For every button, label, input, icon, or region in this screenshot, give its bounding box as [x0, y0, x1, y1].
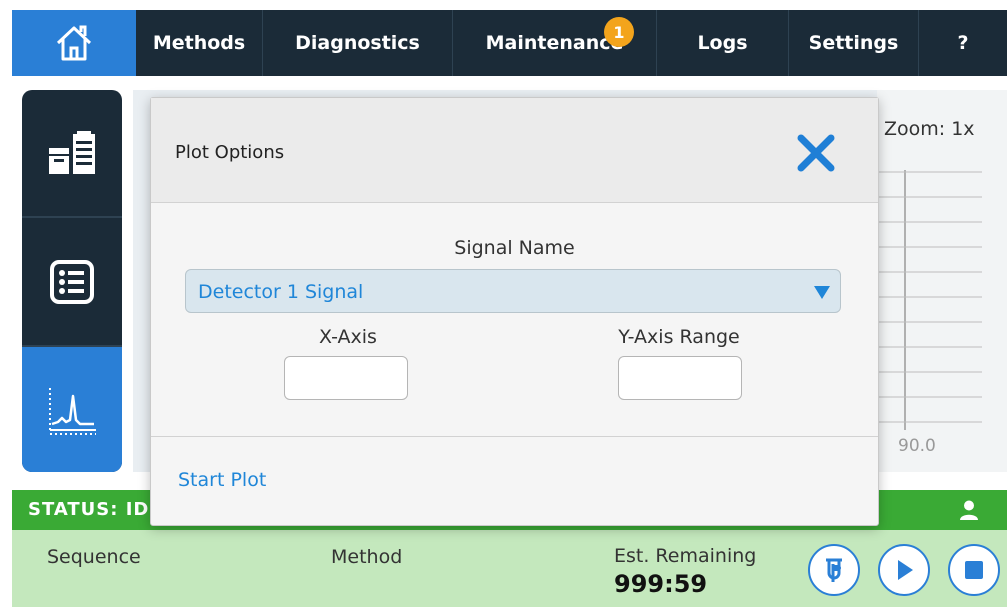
sample-button[interactable]	[808, 544, 860, 596]
signal-name-select[interactable]: Detector 1 Signal	[185, 269, 841, 313]
zoom-label: Zoom: 1x	[884, 118, 975, 140]
sequence-label: Sequence	[47, 546, 141, 568]
play-button[interactable]	[878, 544, 930, 596]
dialog-title: Plot Options	[175, 142, 285, 163]
home-button[interactable]	[12, 10, 136, 76]
nav-item-label: Maintenance	[485, 32, 624, 54]
stop-icon	[965, 561, 983, 579]
method-label: Method	[331, 546, 403, 568]
nav-item-maintenance[interactable]: Maintenance 1	[452, 10, 656, 76]
nav-item-diagnostics[interactable]: Diagnostics	[262, 10, 452, 76]
remaining-label: Est. Remaining	[614, 545, 757, 567]
user-icon[interactable]	[958, 499, 980, 521]
nav-item-help[interactable]: ?	[918, 10, 1007, 76]
rail-item-list[interactable]	[22, 218, 122, 345]
close-icon[interactable]	[795, 132, 837, 174]
signal-name-value: Detector 1 Signal	[198, 281, 364, 303]
vial-icon	[826, 558, 842, 582]
plot-grid	[877, 170, 982, 430]
nav-item-label: Logs	[697, 32, 748, 54]
dialog-divider	[151, 436, 878, 437]
nav-item-label: ?	[957, 32, 969, 54]
start-plot-button[interactable]: Start Plot	[178, 469, 266, 491]
stop-button[interactable]	[948, 544, 1000, 596]
nav-item-logs[interactable]: Logs	[656, 10, 788, 76]
list-icon	[50, 259, 94, 304]
nav-item-methods[interactable]: Methods	[136, 10, 262, 76]
y-axis-range-input[interactable]	[618, 356, 742, 400]
play-icon	[898, 560, 913, 580]
nav-bar: Methods Diagnostics Maintenance 1 Logs S…	[136, 10, 1007, 76]
home-icon	[56, 25, 92, 61]
rail-item-modules[interactable]	[22, 90, 122, 216]
signal-name-label: Signal Name	[454, 237, 575, 259]
nav-item-settings[interactable]: Settings	[788, 10, 918, 76]
plot-options-dialog: Plot Options Signal Name Detector 1 Sign…	[150, 97, 879, 526]
rail-item-plot[interactable]	[22, 347, 122, 472]
nav-item-label: Settings	[808, 32, 899, 54]
x-axis-label: X-Axis	[319, 326, 377, 348]
x-axis-input[interactable]	[284, 356, 408, 400]
nav-item-label: Diagnostics	[295, 32, 420, 54]
instrument-modules-icon	[49, 131, 95, 174]
notification-badge: 1	[604, 17, 634, 47]
remaining-value: 999:59	[614, 570, 708, 598]
axis-tick-label: 90.0	[898, 436, 936, 456]
status-text: STATUS: ID	[28, 499, 150, 520]
chevron-down-icon	[814, 286, 830, 299]
chromatogram-icon	[49, 387, 96, 435]
nav-item-label: Methods	[152, 32, 246, 54]
y-axis-range-label: Y-Axis Range	[618, 326, 740, 348]
side-rail	[22, 90, 122, 472]
plot-area	[877, 90, 1007, 472]
